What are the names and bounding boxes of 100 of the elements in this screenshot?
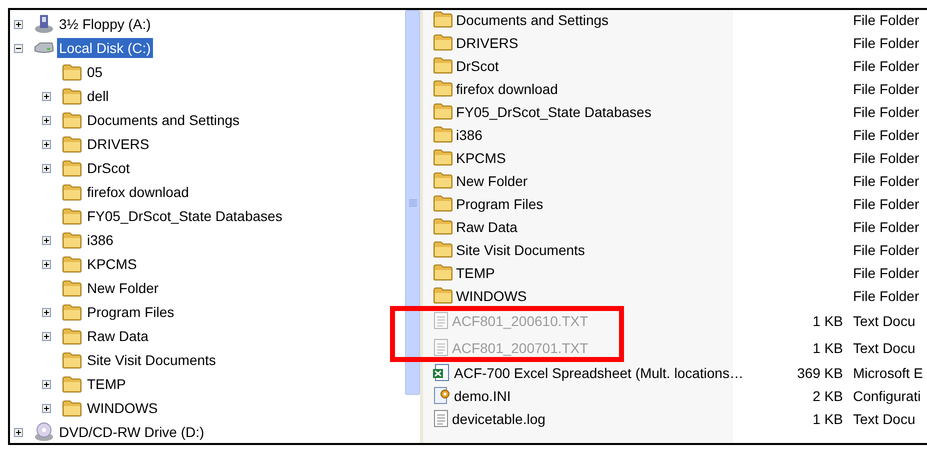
folder-icon xyxy=(62,112,82,128)
expander-icon[interactable] xyxy=(42,260,51,268)
settings-file-icon xyxy=(433,386,451,405)
file-name[interactable]: Program Files xyxy=(456,196,544,212)
folder-icon xyxy=(433,80,453,97)
file-type: File Folder xyxy=(853,58,920,74)
file-size: 1 KB xyxy=(812,340,843,356)
folder-icon xyxy=(433,241,453,258)
tree-item[interactable]: firefox download xyxy=(85,182,191,202)
folder-icon xyxy=(433,34,453,51)
tree-item[interactable]: Documents and Settings xyxy=(85,110,242,130)
file-type: Text Docu xyxy=(853,312,916,328)
expander-icon[interactable] xyxy=(42,140,51,148)
folder-icon xyxy=(433,126,453,143)
folder-icon xyxy=(62,352,82,368)
file-name[interactable]: FY05_DrScot_State Databases xyxy=(456,104,652,120)
tree-item[interactable]: Program Files xyxy=(85,302,176,322)
file-name[interactable]: New Folder xyxy=(456,172,528,188)
tree-item[interactable]: New Folder xyxy=(85,278,161,298)
file-name[interactable]: KPCMS xyxy=(456,150,506,166)
folder-icon xyxy=(62,328,82,344)
file-name[interactable]: Site Visit Documents xyxy=(456,242,585,258)
disc-drive-icon xyxy=(34,422,54,442)
tree-item[interactable]: 05 xyxy=(85,62,105,82)
file-type: File Folder xyxy=(853,242,920,258)
file-type: File Folder xyxy=(853,196,920,212)
file-type: File Folder xyxy=(853,172,920,188)
folder-icon xyxy=(433,195,453,212)
tree-item[interactable]: 3½ Floppy (A:) xyxy=(57,14,153,34)
folder-icon xyxy=(62,304,82,320)
file-type: Text Docu xyxy=(853,340,916,356)
file-type: File Folder xyxy=(853,12,920,28)
floppy-drive-icon xyxy=(34,14,54,34)
expander-icon[interactable] xyxy=(42,116,51,124)
text-file-icon xyxy=(433,311,449,330)
folder-icon xyxy=(62,136,82,152)
expander-icon[interactable] xyxy=(42,236,51,244)
file-name[interactable]: ACF-700 Excel Spreadsheet (Mult. locations… xyxy=(454,364,743,380)
folder-icon xyxy=(433,264,453,281)
folder-icon xyxy=(62,64,82,80)
expander-icon[interactable] xyxy=(42,164,51,172)
folder-icon xyxy=(62,88,82,104)
folder-icon xyxy=(433,103,453,120)
expander-icon[interactable] xyxy=(42,380,51,388)
file-name[interactable]: firefox download xyxy=(456,80,558,96)
folder-icon xyxy=(62,280,82,296)
tree-item[interactable]: dell xyxy=(85,86,111,106)
folder-icon xyxy=(433,149,453,166)
expander-icon[interactable] xyxy=(14,44,23,52)
folder-icon xyxy=(62,400,82,416)
file-size: 1 KB xyxy=(812,312,843,328)
tree-item[interactable]: KPCMS xyxy=(85,254,139,274)
tree-item[interactable]: FY05_DrScot_State Databases xyxy=(85,206,284,226)
text-file-icon xyxy=(433,409,449,428)
file-size: 1 KB xyxy=(812,410,843,426)
tree-item[interactable]: Raw Data xyxy=(85,326,150,346)
file-name[interactable]: DRIVERS xyxy=(456,34,518,50)
file-type: File Folder xyxy=(853,264,920,280)
file-name[interactable]: TEMP xyxy=(456,264,495,280)
folder-icon xyxy=(433,57,453,74)
expander-icon[interactable] xyxy=(42,404,51,412)
expander-icon[interactable] xyxy=(42,332,51,340)
tree-item[interactable]: i386 xyxy=(85,230,116,250)
file-type: Microsoft E xyxy=(853,364,924,380)
hard-drive-icon xyxy=(34,41,54,55)
file-name[interactable]: Raw Data xyxy=(456,218,518,234)
spreadsheet-file-icon xyxy=(433,363,451,382)
file-type: File Folder xyxy=(853,288,920,304)
folder-icon xyxy=(433,287,453,304)
folder-icon xyxy=(62,184,82,200)
tree-item[interactable]: DVD/CD-RW Drive (D:) xyxy=(57,422,206,442)
expander-icon[interactable] xyxy=(14,428,23,436)
tree-item[interactable]: DRIVERS xyxy=(85,134,152,154)
file-name[interactable]: DrScot xyxy=(456,58,499,74)
folder-icon xyxy=(62,208,82,224)
folder-icon xyxy=(62,232,82,248)
file-type: Text Docu xyxy=(853,410,916,426)
file-name[interactable]: WINDOWS xyxy=(456,288,527,304)
file-name[interactable]: devicetable.log xyxy=(452,410,546,426)
folder-icon xyxy=(62,376,82,392)
folder-icon xyxy=(433,11,453,28)
text-file-icon xyxy=(433,338,449,357)
file-type: File Folder xyxy=(853,126,920,142)
expander-icon[interactable] xyxy=(42,92,51,100)
tree-item[interactable]: WINDOWS xyxy=(85,398,160,418)
file-type: File Folder xyxy=(853,104,920,120)
folder-icon xyxy=(433,218,453,235)
folder-icon xyxy=(62,256,82,272)
tree-item[interactable]: Site Visit Documents xyxy=(85,350,218,370)
expander-icon[interactable] xyxy=(14,20,23,28)
file-name[interactable]: Documents and Settings xyxy=(456,12,609,28)
tree-item[interactable]: TEMP xyxy=(85,374,128,394)
file-name[interactable]: demo.INI xyxy=(454,388,511,404)
folder-icon xyxy=(62,160,82,176)
tree-item[interactable]: DrScot xyxy=(85,158,132,178)
file-type: File Folder xyxy=(853,80,920,96)
file-name[interactable]: i386 xyxy=(456,126,482,142)
tree-item[interactable]: Local Disk (C:) xyxy=(57,38,153,58)
expander-icon[interactable] xyxy=(42,308,51,316)
file-type: File Folder xyxy=(853,34,920,50)
